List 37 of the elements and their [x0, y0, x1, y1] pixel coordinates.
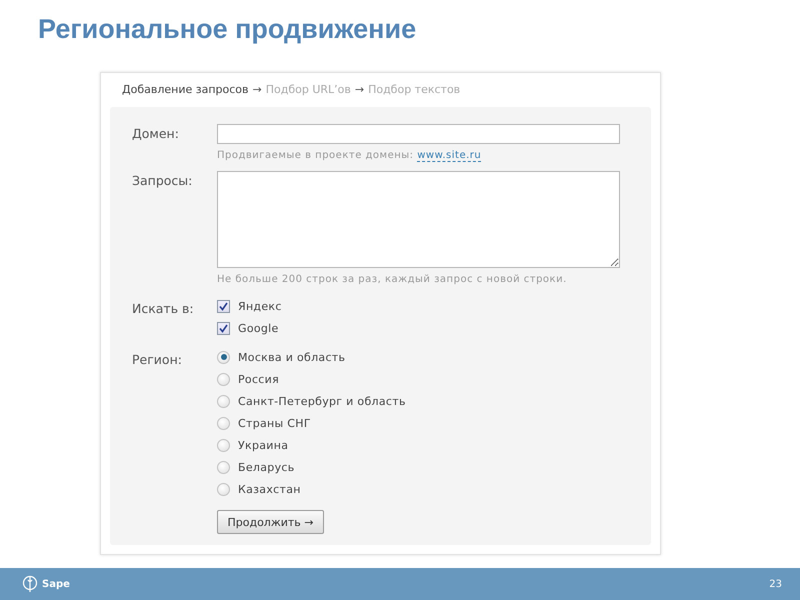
domain-link[interactable]: www.site.ru	[417, 150, 482, 162]
radio-label: Украина	[238, 438, 288, 452]
radio-label: Санкт-Петербург и область	[238, 394, 406, 408]
wizard-step: Подбор URL’ов	[266, 83, 351, 96]
slide-title: Региональное продвижение	[38, 14, 416, 45]
field-label: Регион:	[132, 351, 183, 369]
radio-button[interactable]	[217, 416, 230, 430]
field-label: Запросы:	[132, 172, 194, 190]
page-number: 23	[769, 578, 782, 590]
hint-text: Продвигаемые в проекте домены: www.site.ru	[217, 150, 482, 161]
domain-field[interactable]	[217, 124, 620, 144]
radio-label: Казахстан	[238, 482, 301, 496]
checkbox-label: Google	[238, 322, 279, 334]
queries-field[interactable]	[217, 171, 620, 268]
wizard-step: Подбор текстов	[368, 83, 460, 96]
continue-button[interactable]: Продолжить →	[217, 510, 324, 534]
logo-icon	[22, 575, 38, 593]
radio-label: Россия	[238, 372, 280, 386]
checkbox-label: Яндекс	[238, 300, 282, 312]
radio-button[interactable]	[217, 350, 230, 364]
field-label: Домен:	[132, 125, 180, 143]
radio-button[interactable]	[217, 394, 230, 408]
arrow-text: →	[354, 83, 364, 96]
radio-button[interactable]	[217, 372, 230, 386]
radio-button[interactable]	[217, 438, 230, 452]
field-label: Искать в:	[132, 300, 195, 318]
checkbox[interactable]	[217, 300, 230, 312]
radio-button[interactable]	[217, 460, 230, 474]
radio-label: Страны СНГ	[238, 416, 311, 430]
radio-button[interactable]	[217, 482, 230, 496]
radio-label: Москва и область	[238, 350, 346, 364]
checkbox[interactable]	[217, 322, 230, 334]
wizard-step: Добавление запросов	[122, 83, 248, 96]
logo-text: Sape	[42, 578, 70, 590]
radio-label: Беларусь	[238, 460, 295, 474]
arrow-text: →	[252, 83, 262, 96]
hint-text: Не больше 200 строк за раз, каждый запрос с новой строки.	[217, 274, 568, 285]
